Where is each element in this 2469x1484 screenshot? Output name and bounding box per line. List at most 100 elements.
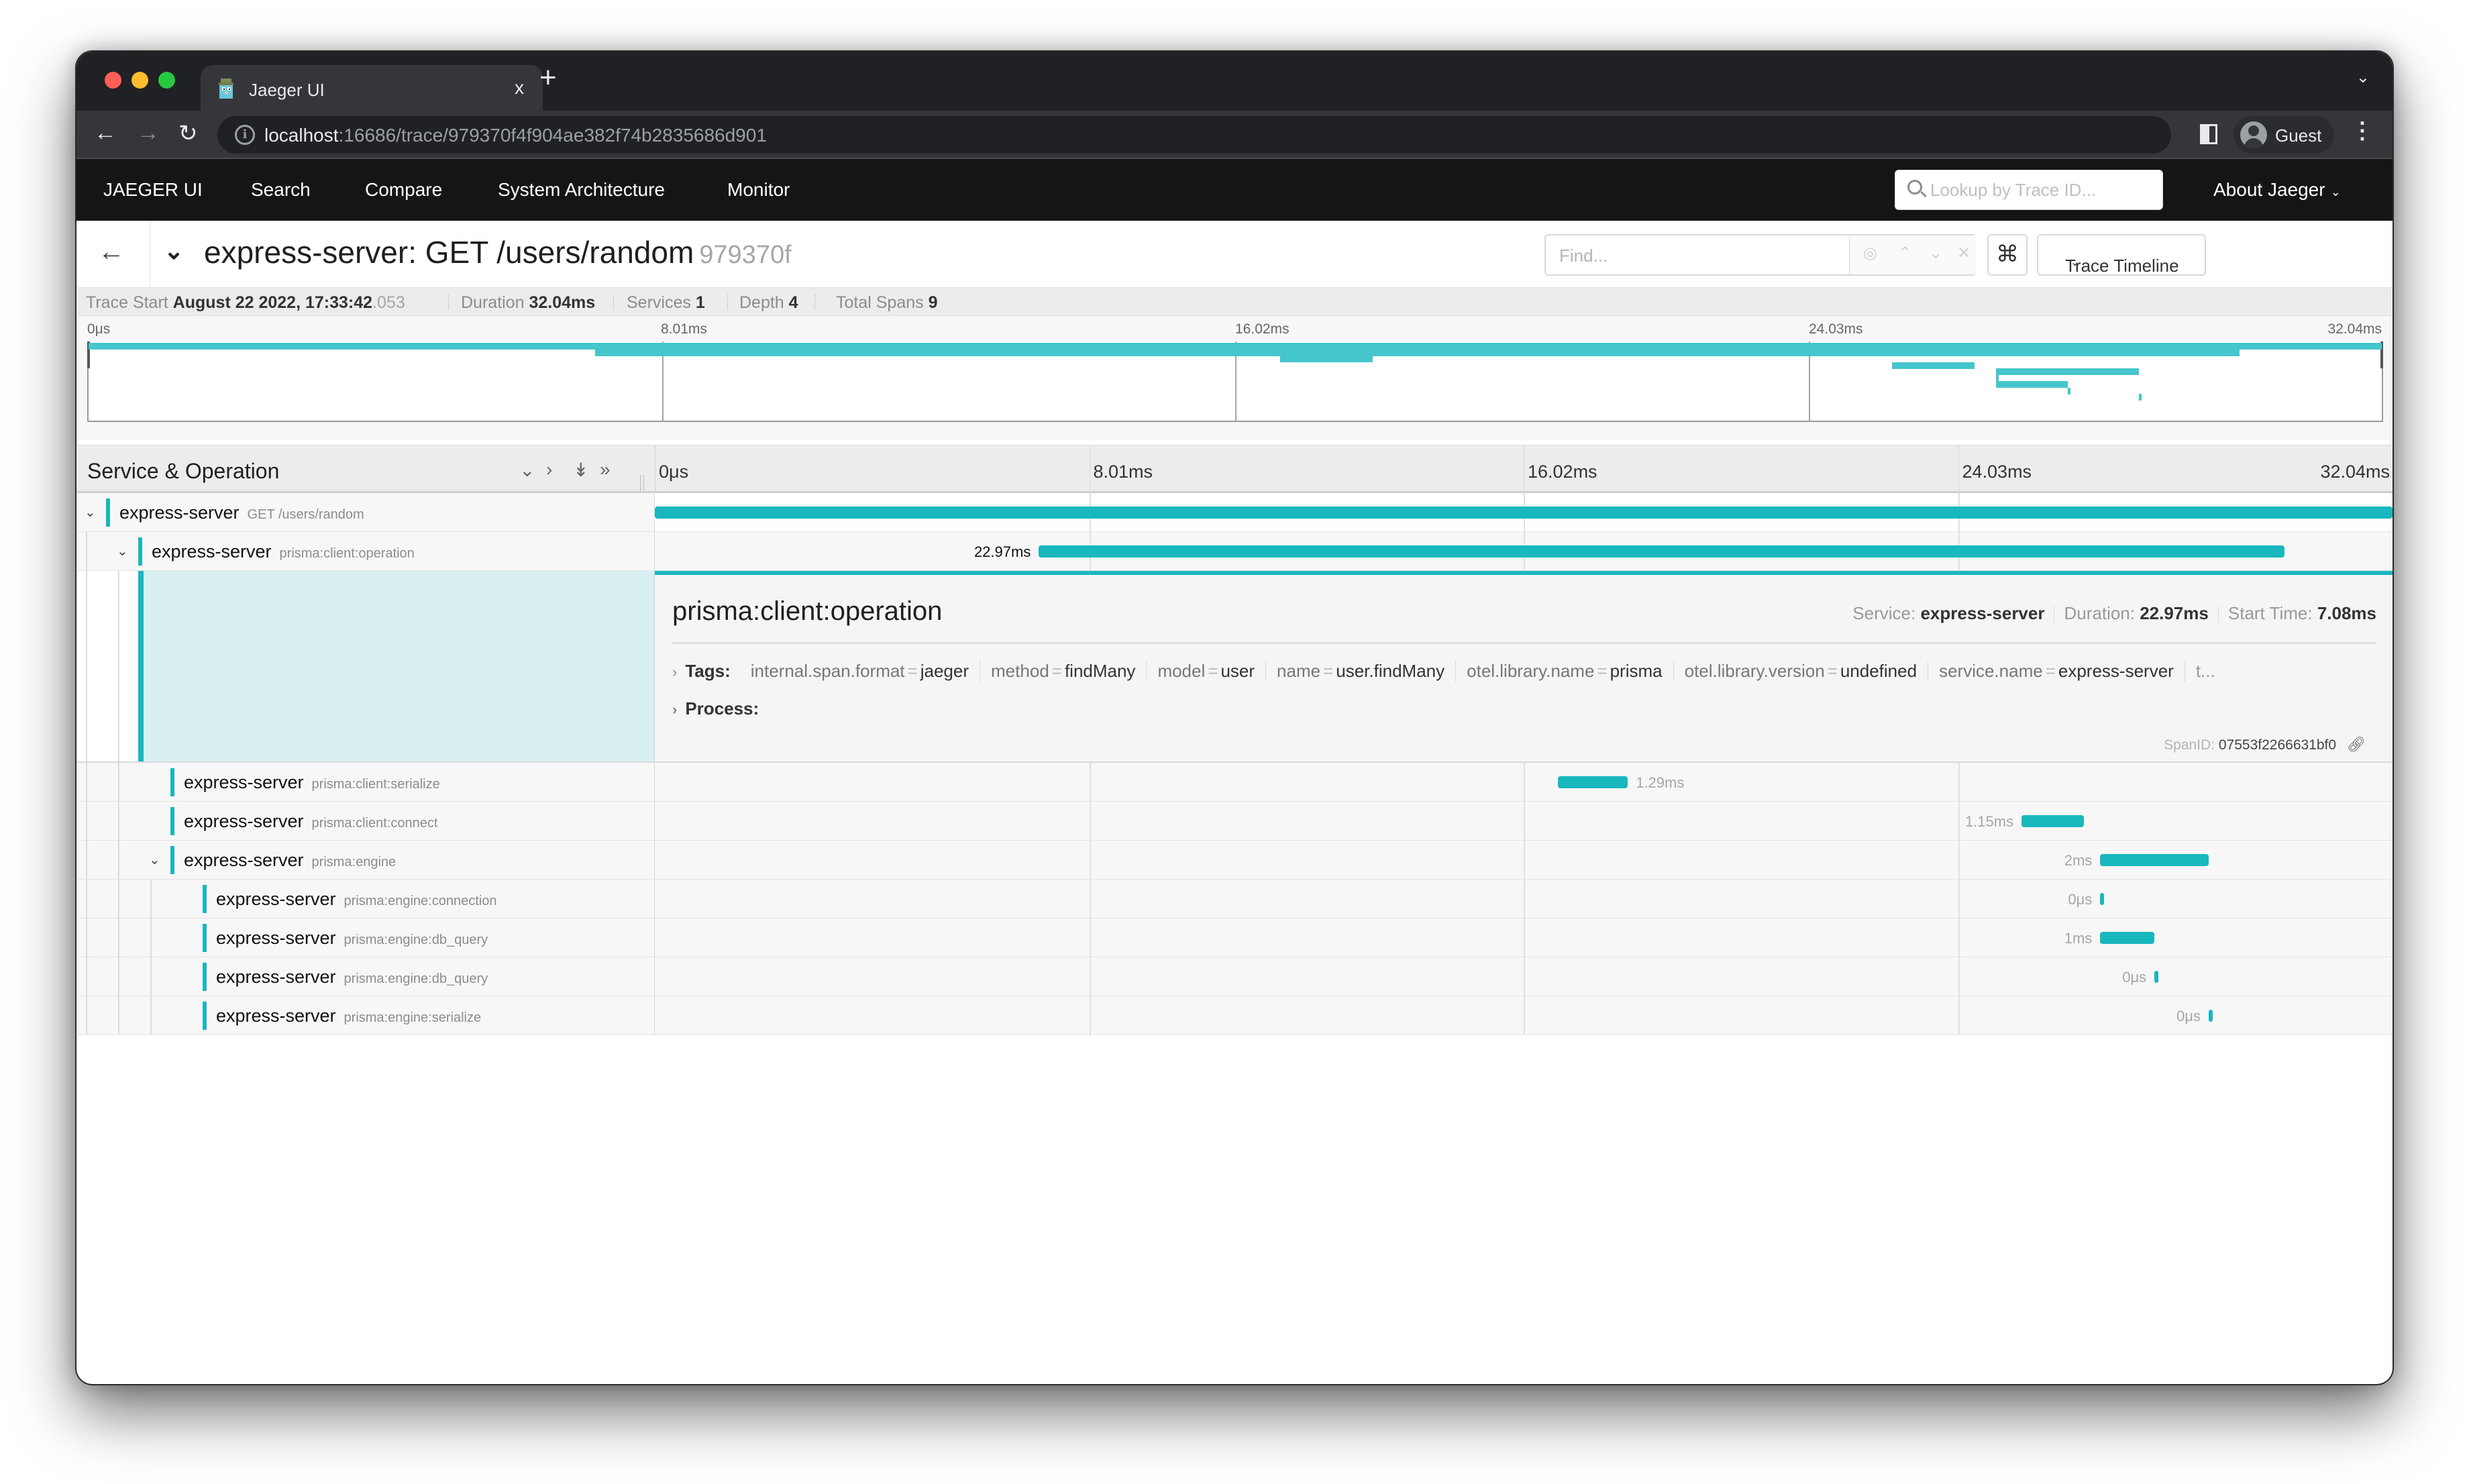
span-row[interactable]: express-server prisma:engine:db_query 1ms bbox=[76, 918, 2393, 957]
span-timeline-cell[interactable]: 0μs bbox=[655, 957, 2393, 996]
process-section[interactable]: › Process: bbox=[672, 698, 759, 719]
span-duration-bar[interactable] bbox=[2100, 854, 2209, 866]
span-duration-bar[interactable] bbox=[2100, 893, 2105, 905]
column-resizer[interactable] bbox=[640, 475, 644, 491]
total-spans-label: Total Spans bbox=[836, 293, 924, 312]
browser-tab[interactable]: Jaeger UI x bbox=[201, 65, 543, 112]
nav-item-search[interactable]: Search bbox=[251, 179, 311, 201]
span-row[interactable]: express-server prisma:engine:db_query 0μs bbox=[76, 957, 2393, 996]
span-name-cell[interactable]: ⌄ express-server prisma:engine bbox=[76, 841, 655, 879]
span-service-name[interactable]: express-server prisma:engine:db_query bbox=[216, 967, 488, 988]
chevron-right-icon[interactable]: › bbox=[672, 701, 677, 718]
expand-all-icon[interactable]: » bbox=[600, 459, 611, 480]
span-row[interactable]: express-server prisma:engine:serialize 0μs bbox=[76, 996, 2393, 1035]
span-name-cell[interactable]: ⌄ express-server prisma:client:operation bbox=[76, 532, 655, 570]
tags-label[interactable]: Tags: bbox=[685, 661, 730, 681]
locate-icon[interactable]: ◎ bbox=[1863, 244, 1877, 263]
span-timeline-cell[interactable] bbox=[655, 493, 2393, 531]
trace-name: express-server: GET /users/random bbox=[204, 235, 694, 270]
span-duration-bar[interactable] bbox=[2208, 1010, 2213, 1022]
find-search-box[interactable]: ◎ ⌃ ⌄ ✕ bbox=[1544, 234, 1977, 276]
expand-toggle-chevron-icon[interactable]: ⌄ bbox=[149, 851, 160, 868]
span-name-cell[interactable]: express-server prisma:client:serialize bbox=[76, 763, 655, 801]
close-window-button[interactable] bbox=[105, 72, 121, 89]
side-panel-icon[interactable] bbox=[2200, 124, 2217, 144]
tags-section[interactable]: › Tags: internal.span.format = jaeger method =… bbox=[672, 661, 2376, 682]
nav-brand-link[interactable]: JAEGER UI bbox=[103, 179, 203, 201]
trace-id-lookup[interactable] bbox=[1895, 170, 2163, 210]
span-duration-bar[interactable] bbox=[2100, 932, 2155, 944]
url-text[interactable]: localhost:16686/trace/979370f4f904ae382f… bbox=[264, 125, 767, 146]
next-result-icon[interactable]: ⌄ bbox=[1929, 244, 1942, 263]
span-timeline-cell[interactable]: 0μs bbox=[655, 880, 2393, 918]
collapse-header-chevron-icon[interactable]: ⌄ bbox=[164, 237, 184, 265]
span-service-name[interactable]: express-server prisma:engine:connection bbox=[216, 889, 496, 910]
span-name-cell[interactable]: express-server prisma:engine:db_query bbox=[76, 918, 655, 957]
prev-result-icon[interactable]: ⌃ bbox=[1898, 244, 1911, 263]
trace-minimap[interactable]: 0μs 8.01ms 16.02ms 24.03ms 32.04ms bbox=[76, 316, 2393, 440]
span-row[interactable]: express-server prisma:engine:connection 0μ… bbox=[76, 880, 2393, 918]
span-timeline-cell[interactable]: 2ms bbox=[655, 841, 2393, 879]
span-row[interactable]: express-server prisma:client:serialize 1.2… bbox=[76, 763, 2393, 802]
span-service-name[interactable]: express-server prisma:client:serialize bbox=[184, 772, 440, 793]
span-service-name[interactable]: express-server prisma:engine:serialize bbox=[216, 1006, 481, 1026]
span-duration-bar[interactable] bbox=[655, 507, 2393, 519]
span-duration-bar[interactable] bbox=[1039, 545, 2285, 558]
span-row[interactable]: express-server prisma:client:connect 1.15m… bbox=[76, 802, 2393, 841]
about-jaeger-menu[interactable]: About Jaeger ⌄ bbox=[2213, 179, 2341, 201]
span-row[interactable]: ⌄ express-server GET /users/random bbox=[76, 493, 2393, 532]
span-duration-bar[interactable] bbox=[2021, 815, 2085, 827]
span-name-cell[interactable]: express-server prisma:client:connect bbox=[76, 802, 655, 840]
trace-id-lookup-input[interactable] bbox=[1930, 177, 2152, 203]
span-name-cell[interactable]: ⌄ express-server GET /users/random bbox=[76, 493, 655, 531]
span-timeline-cell[interactable]: 22.97ms bbox=[655, 532, 2393, 570]
span-name-cell[interactable]: express-server prisma:engine:serialize bbox=[76, 996, 655, 1035]
nav-item-compare[interactable]: Compare bbox=[365, 179, 442, 201]
minimize-window-button[interactable] bbox=[132, 72, 148, 89]
maximize-window-button[interactable] bbox=[158, 72, 175, 89]
span-service-name[interactable]: express-server GET /users/random bbox=[119, 502, 364, 523]
new-tab-button[interactable]: + bbox=[539, 61, 557, 95]
close-tab-icon[interactable]: x bbox=[515, 77, 524, 99]
back-button[interactable]: ← bbox=[76, 221, 150, 288]
keyboard-shortcuts-button[interactable]: ⌘ bbox=[1987, 234, 2028, 276]
expand-one-icon[interactable]: › bbox=[546, 459, 552, 480]
span-duration-bar[interactable] bbox=[2154, 971, 2159, 983]
span-timeline-cell[interactable]: 1ms bbox=[655, 918, 2393, 957]
site-info-icon[interactable]: i bbox=[235, 125, 255, 145]
forward-arrow-icon[interactable]: → bbox=[137, 120, 160, 146]
reload-icon[interactable]: ↻ bbox=[178, 120, 198, 147]
span-service-name[interactable]: express-server prisma:client:connect bbox=[184, 811, 437, 832]
service-color-bar bbox=[138, 537, 142, 566]
span-name-cell[interactable]: express-server prisma:engine:db_query bbox=[76, 957, 655, 996]
span-row[interactable]: ⌄ express-server prisma:engine 2ms bbox=[76, 841, 2393, 880]
span-timeline-cell[interactable]: 1.29ms bbox=[655, 763, 2393, 801]
span-timeline-cell[interactable]: 0μs bbox=[655, 996, 2393, 1035]
nav-item-system-architecture[interactable]: System Architecture bbox=[498, 179, 665, 201]
collapse-all-icon[interactable]: ↡ bbox=[573, 459, 588, 481]
find-input[interactable] bbox=[1559, 244, 1841, 268]
view-mode-select[interactable]: Trace Timeline ⌄ bbox=[2037, 234, 2206, 276]
profile-button[interactable]: Guest bbox=[2234, 116, 2334, 154]
span-timeline-cell[interactable]: 1.15ms bbox=[655, 802, 2393, 840]
operation-name: prisma:client:operation bbox=[279, 546, 415, 561]
nav-item-monitor[interactable]: Monitor bbox=[727, 179, 790, 201]
process-label[interactable]: Process: bbox=[685, 698, 759, 719]
span-row[interactable]: ⌄ express-server prisma:client:operation 22… bbox=[76, 532, 2393, 571]
collapse-one-icon[interactable]: ⌄ bbox=[519, 459, 535, 481]
link-icon[interactable]: 🔗︎ bbox=[2347, 736, 2366, 753]
expand-toggle-chevron-icon[interactable]: ⌄ bbox=[117, 543, 128, 560]
span-name-cell[interactable]: express-server prisma:engine:connection bbox=[76, 880, 655, 918]
browser-menu-icon[interactable]: ⋮ bbox=[2351, 117, 2374, 144]
back-arrow-icon[interactable]: ← bbox=[94, 120, 117, 146]
clear-find-icon[interactable]: ✕ bbox=[1957, 244, 1971, 263]
tab-search-chevron-icon[interactable]: ⌄ bbox=[2356, 68, 2370, 87]
span-service-name[interactable]: express-server prisma:client:operation bbox=[152, 541, 415, 562]
address-bar[interactable]: i localhost:16686/trace/979370f4f904ae38… bbox=[217, 116, 2171, 154]
span-duration-bar[interactable] bbox=[1557, 776, 1628, 788]
expand-toggle-chevron-icon[interactable]: ⌄ bbox=[85, 504, 96, 521]
span-service-name[interactable]: express-server prisma:engine:db_query bbox=[216, 928, 488, 949]
chevron-right-icon[interactable]: › bbox=[672, 664, 677, 680]
minimap-canvas[interactable] bbox=[87, 341, 2383, 422]
span-service-name[interactable]: express-server prisma:engine bbox=[184, 850, 396, 871]
